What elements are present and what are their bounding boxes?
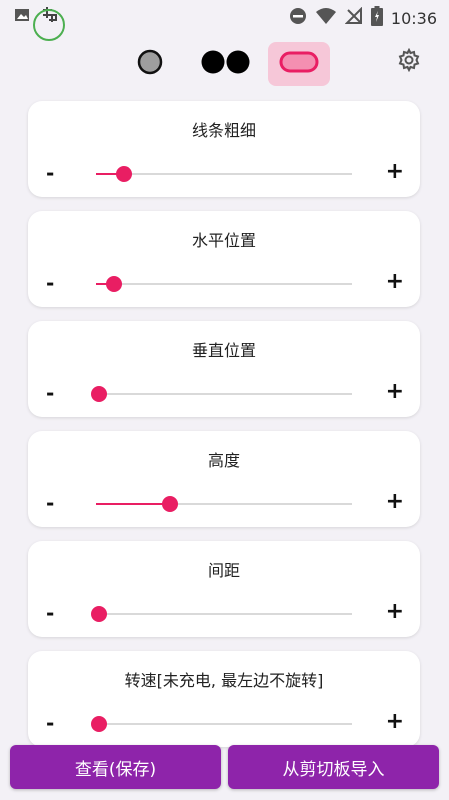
double-circle-mode-button[interactable]	[196, 42, 256, 86]
slider-thumb[interactable]	[162, 496, 179, 512]
increase-button[interactable]: +	[386, 379, 404, 404]
decrease-button[interactable]: -	[46, 491, 54, 515]
decrease-button[interactable]: -	[46, 161, 54, 185]
slider-track[interactable]	[96, 276, 352, 292]
slider-thumb[interactable]	[116, 166, 133, 182]
single-circle-mode-button[interactable]	[130, 42, 170, 86]
decrease-button[interactable]: -	[46, 381, 54, 405]
slider-thumb[interactable]	[91, 716, 107, 732]
slider-track[interactable]	[96, 496, 352, 512]
pill-mode-button[interactable]	[268, 42, 330, 86]
slider-track[interactable]	[91, 716, 352, 732]
increase-button[interactable]: +	[386, 489, 404, 514]
double-circle-mode-icon	[200, 49, 252, 79]
increase-button[interactable]: +	[386, 159, 404, 184]
card-rotation-speed: 转速[未充电, 最左边不旋转] - +	[28, 651, 420, 747]
slider-thumb[interactable]	[91, 606, 107, 622]
increase-button[interactable]: +	[386, 599, 404, 624]
card-vertical-position: 垂直位置 - +	[28, 321, 420, 417]
touch-indicator	[33, 9, 65, 41]
mode-selector	[0, 42, 449, 86]
increase-button[interactable]: +	[386, 709, 404, 734]
gear-icon	[397, 47, 421, 76]
card-title: 水平位置	[191, 231, 256, 250]
decrease-button[interactable]: -	[46, 711, 54, 735]
decrease-button[interactable]: -	[46, 601, 54, 625]
no-signal-icon	[344, 6, 363, 29]
card-title: 垂直位置	[191, 341, 256, 360]
card-title: 高度	[207, 451, 240, 470]
settings-button[interactable]	[394, 47, 424, 77]
view-save-button[interactable]: 查看(保存)	[10, 745, 221, 789]
increase-button[interactable]: +	[386, 269, 404, 294]
image-icon	[14, 7, 30, 27]
wifi-icon	[315, 7, 337, 29]
slider-track[interactable]	[96, 166, 352, 182]
pill-mode-icon	[279, 51, 319, 77]
battery-icon	[370, 6, 383, 30]
card-title: 间距	[207, 561, 240, 580]
status-bar: 10:36	[0, 0, 449, 41]
slider-fill	[96, 503, 171, 505]
do-not-disturb-icon	[289, 7, 307, 29]
slider-track[interactable]	[91, 386, 352, 402]
card-line-thickness: 线条粗细 - +	[28, 101, 420, 197]
slider-thumb[interactable]	[105, 276, 122, 292]
import-clipboard-button[interactable]: 从剪切板导入	[228, 745, 439, 789]
slider-track[interactable]	[91, 606, 352, 622]
slider-thumb[interactable]	[91, 386, 107, 402]
card-height: 高度 - +	[28, 431, 420, 527]
card-horizontal-position: 水平位置 - +	[28, 211, 420, 307]
decrease-button[interactable]: -	[46, 271, 54, 295]
card-title: 转速[未充电, 最左边不旋转]	[124, 671, 324, 690]
status-time: 10:36	[390, 8, 437, 28]
card-title: 线条粗细	[191, 121, 256, 140]
single-circle-mode-icon	[137, 49, 163, 79]
status-right: 10:36	[289, 6, 437, 30]
card-spacing: 间距 - +	[28, 541, 420, 637]
